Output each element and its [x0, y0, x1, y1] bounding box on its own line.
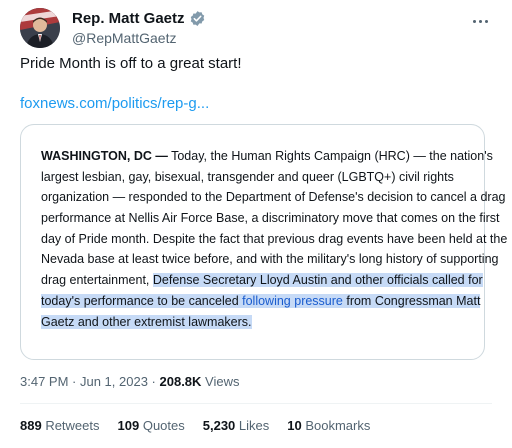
tweet-metadata: 3:47 PM · Jun 1, 2023 · 208.8K Views: [20, 374, 239, 389]
excerpt-line: performance at Nellis Air Force Base, a …: [41, 211, 500, 226]
name-row: Rep. Matt Gaetz: [72, 10, 206, 27]
views-count: 208.8K: [159, 374, 202, 389]
highlighted-text: Gaetz and other extremist lawmakers.: [41, 314, 252, 329]
separator: ·: [147, 374, 160, 389]
profile-photo-icon[interactable]: [20, 8, 60, 48]
article-excerpt: WASHINGTON, DC — Today, the Human Rights…: [41, 146, 508, 333]
tweet-text: Pride Month is off to a great start!: [20, 55, 242, 72]
divider: [20, 403, 492, 404]
excerpt-text: Today, the Human Rights Campaign (HRC) —…: [167, 149, 493, 163]
tweet-header: Rep. Matt Gaetz @RepMattGaetz: [20, 8, 492, 48]
likes-count: 5,230: [202, 418, 236, 433]
excerpt-line: day of Pride month. Despite the fact tha…: [41, 231, 508, 246]
verified-badge-icon: [189, 10, 206, 27]
likes-label: Likes: [235, 418, 270, 433]
highlighted-text: Defense Secretary Lloyd Austin and other…: [152, 273, 483, 288]
engagement-stats: 889 Retweets 109 Quotes 5,230 Likes 10 B…: [20, 418, 370, 433]
bookmarks-label: Bookmarks: [301, 418, 371, 433]
more-options-icon[interactable]: [468, 12, 492, 30]
quoted-article-card[interactable]: WASHINGTON, DC — Today, the Human Rights…: [20, 124, 508, 360]
excerpt-line: largest lesbian, gay, bisexual, transgen…: [41, 169, 454, 184]
views-label: Views: [201, 374, 240, 389]
dateline: WASHINGTON, DC —: [41, 149, 168, 163]
retweets-count: 889: [20, 418, 42, 433]
separator: ·: [68, 374, 80, 389]
tweet-date[interactable]: Jun 1, 2023: [80, 374, 148, 389]
handle[interactable]: @RepMattGaetz: [72, 30, 176, 46]
display-name[interactable]: Rep. Matt Gaetz: [72, 10, 185, 27]
excerpt-line: Gaetz and other extremist lawmakers.: [41, 312, 466, 333]
highlighted-text: from Congressman Matt: [342, 293, 481, 308]
excerpt-text: drag entertainment,: [41, 273, 153, 288]
quotes-stat[interactable]: 109 Quotes: [118, 418, 185, 433]
excerpt-line: drag entertainment, Defense Secretary Ll…: [41, 270, 483, 291]
excerpt-line: organization — responded to the Departme…: [41, 190, 506, 205]
likes-stat[interactable]: 5,230 Likes: [203, 418, 270, 433]
excerpt-line: WASHINGTON, DC — Today, the Human Rights…: [41, 146, 493, 167]
excerpt-line: today's performance to be canceled follo…: [41, 291, 481, 312]
following-pressure-link[interactable]: following pressure: [242, 293, 343, 308]
bookmarks-count: 10: [287, 418, 302, 433]
highlighted-text: today's performance to be canceled: [41, 293, 243, 308]
tweet-link[interactable]: foxnews.com/politics/rep-g...: [20, 95, 209, 112]
retweets-label: Retweets: [41, 418, 100, 433]
retweets-stat[interactable]: 889 Retweets: [20, 418, 100, 433]
quotes-label: Quotes: [139, 418, 185, 433]
quotes-count: 109: [117, 418, 140, 433]
tweet-time[interactable]: 3:47 PM: [20, 374, 68, 389]
excerpt-line: Nevada base at least twice before, and w…: [41, 252, 499, 267]
bookmarks-stat[interactable]: 10 Bookmarks: [287, 418, 370, 433]
